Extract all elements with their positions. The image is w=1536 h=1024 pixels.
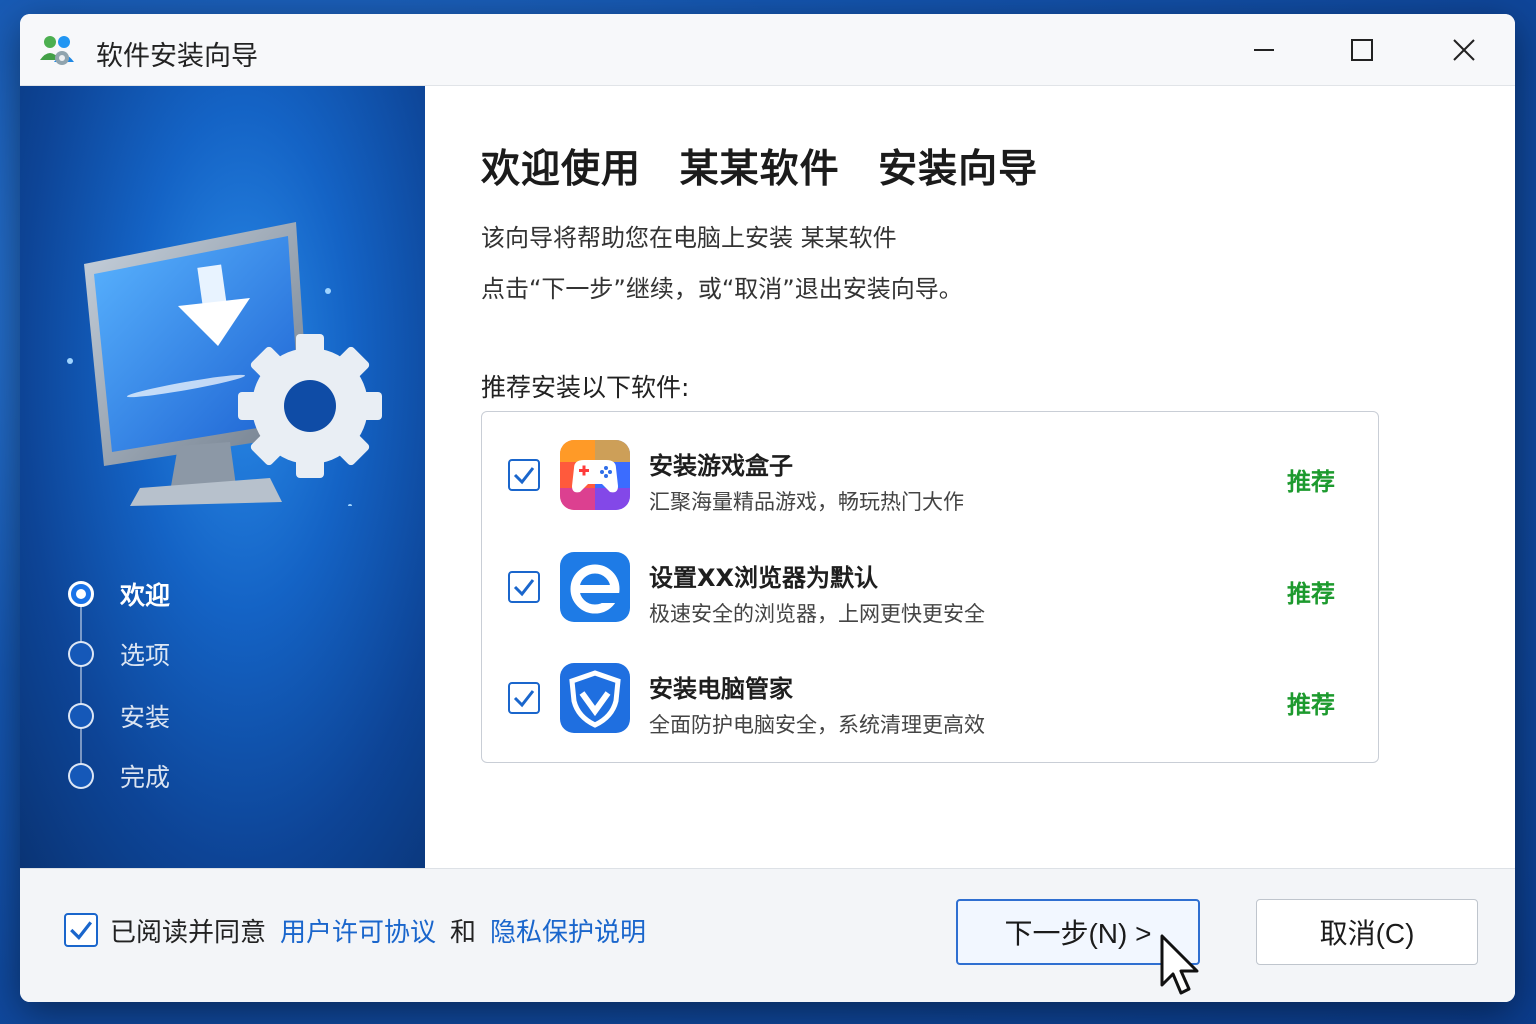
checkmark-icon	[513, 579, 535, 597]
steps-connector-line	[80, 596, 82, 776]
window-title: 软件安装向导	[96, 41, 258, 72]
privacy-policy-link[interactable]: 隐私保护说明	[490, 912, 646, 949]
recommend-item-name: 设置XX浏览器为默认	[649, 564, 879, 592]
step-label: 安装	[120, 703, 171, 732]
page-title: 欢迎使用 某某软件 安装向导	[481, 147, 1039, 192]
agreement-text: 已阅读并同意 用户许可协议 和 隐私保护说明	[110, 912, 646, 949]
game-controller-icon	[560, 440, 630, 510]
step-dot	[68, 763, 94, 789]
wizard-footer: 已阅读并同意 用户许可协议 和 隐私保护说明 下一步(N) > 取消(C)	[20, 868, 1515, 1002]
recommend-tag: 推荐	[1287, 468, 1335, 496]
step-dot-active	[68, 581, 94, 607]
step-label: 欢迎	[120, 581, 171, 610]
checkmark-icon	[513, 690, 535, 708]
browser-e-icon	[560, 552, 630, 622]
close-icon	[1453, 39, 1475, 61]
step-options: 选项	[64, 634, 170, 674]
cancel-button[interactable]: 取消(C)	[1256, 899, 1478, 965]
agree-label: 已阅读并同意	[110, 917, 267, 948]
installer-people-icon	[40, 36, 74, 65]
close-button[interactable]	[1414, 14, 1514, 86]
conjunction-label: 和	[450, 917, 477, 948]
maximize-button[interactable]	[1312, 14, 1412, 86]
recommend-checkbox-game[interactable]	[508, 459, 540, 491]
shield-icon	[560, 663, 630, 733]
wizard-steps: 欢迎 选项 安装 完成	[64, 574, 364, 814]
wizard-content: 欢迎使用 某某软件 安装向导 该向导将帮助您在电脑上安装 某某软件 点击“下一步…	[425, 86, 1515, 868]
checkmark-icon	[513, 467, 535, 485]
recommend-item-name: 安装电脑管家	[649, 675, 793, 703]
recommend-checkbox-browser[interactable]	[508, 571, 540, 603]
mouse-pointer-icon	[1160, 934, 1199, 995]
list-item: 安装游戏盒子 汇聚海量精品游戏，畅玩热门大作 推荐	[482, 426, 1378, 526]
list-item: 设置XX浏览器为默认 极速安全的浏览器，上网更快更安全 推荐	[482, 538, 1378, 638]
recommend-item-desc: 全面防护电脑安全，系统清理更高效	[649, 713, 985, 737]
description-line-1: 该向导将帮助您在电脑上安装 某某软件	[481, 224, 897, 252]
minimize-button[interactable]	[1214, 14, 1314, 86]
title-bar: 软件安装向导	[20, 14, 1515, 86]
description-line-2: 点击“下一步”继续，或“取消”退出安装向导。	[481, 275, 963, 303]
step-label: 完成	[120, 763, 171, 792]
recommend-checkbox-security[interactable]	[508, 682, 540, 714]
maximize-icon	[1351, 39, 1373, 61]
recommend-tag: 推荐	[1287, 691, 1335, 719]
checkmark-icon	[70, 921, 93, 941]
step-finish: 完成	[64, 756, 170, 796]
step-dot	[68, 641, 94, 667]
license-agreement-link[interactable]: 用户许可协议	[280, 912, 436, 949]
installer-window: 软件安装向导 欢迎 选项 安装 完成 欢迎使用 某某软件 安装向导 该向导将帮助…	[20, 14, 1515, 1002]
step-welcome: 欢迎	[64, 574, 170, 614]
recommend-item-desc: 极速安全的浏览器，上网更快更安全	[649, 602, 985, 626]
recommend-title: 推荐安装以下软件:	[481, 373, 690, 402]
list-item: 安装电脑管家 全面防护电脑安全，系统清理更高效 推荐	[482, 649, 1378, 749]
recommend-list: 安装游戏盒子 汇聚海量精品游戏，畅玩热门大作 推荐 设置XX浏览器为默认 极速安…	[481, 411, 1379, 763]
wizard-sidebar: 欢迎 选项 安装 完成	[20, 86, 425, 868]
minimize-icon	[1254, 49, 1274, 51]
recommend-item-name: 安装游戏盒子	[649, 452, 793, 480]
step-label: 选项	[120, 641, 171, 670]
recommend-tag: 推荐	[1287, 580, 1335, 608]
agree-checkbox[interactable]	[64, 913, 98, 947]
recommend-item-desc: 汇聚海量精品游戏，畅玩热门大作	[649, 490, 964, 514]
step-dot	[68, 703, 94, 729]
step-install: 安装	[64, 696, 170, 736]
monitor-download-gear-illustration	[67, 222, 382, 506]
